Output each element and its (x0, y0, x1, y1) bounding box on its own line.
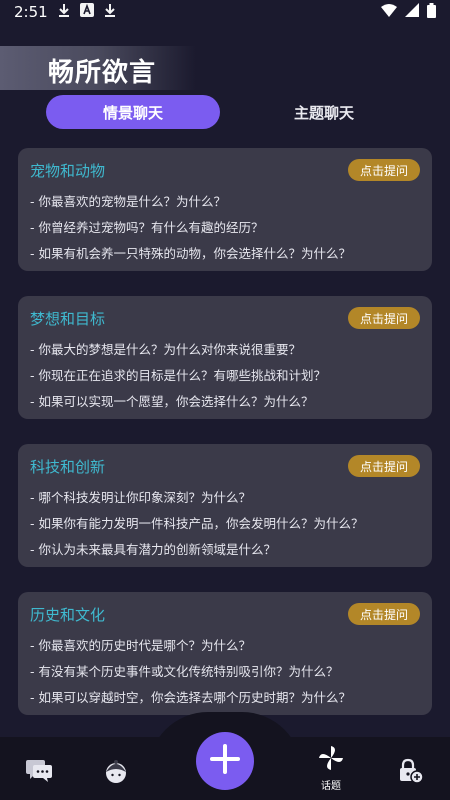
card-title: 梦想和目标 (30, 310, 106, 328)
question-item: - 如果你有能力发明一件科技产品，你会发明什么？为什么？ (30, 516, 364, 531)
question-item: - 如果可以实现一个愿望，你会选择什么？为什么？ (30, 394, 314, 409)
topic-card-tech: 科技和创新 点击提问 - 哪个科技发明让你印象深刻？为什么？ - 如果你有能力发… (18, 444, 432, 567)
card-title: 宠物和动物 (30, 162, 106, 180)
question-item: - 你认为未来最具有潜力的创新领域是什么？ (30, 542, 276, 557)
ask-button[interactable]: 点击提问 (348, 455, 420, 477)
ask-button[interactable]: 点击提问 (348, 307, 420, 329)
nav-avatar[interactable] (105, 760, 127, 788)
question-item: - 你最喜欢的历史时代是哪个？为什么？ (30, 638, 251, 653)
question-item: - 你现在正在追求的目标是什么？有哪些挑战和计划？ (30, 368, 326, 383)
download-icon (104, 3, 116, 21)
plus-icon (209, 743, 241, 779)
nav-lock[interactable] (398, 758, 424, 788)
question-item: - 如果有机会养一只特殊的动物，你会选择什么？为什么？ (30, 246, 351, 261)
battery-icon (427, 2, 436, 22)
question-item: - 如果可以穿越时空，你会选择去哪个历史时期？为什么？ (30, 690, 351, 705)
question-item: - 哪个科技发明让你印象深刻？为什么？ (30, 490, 251, 505)
question-item: - 有没有某个历史事件或文化传统特别吸引你？为什么？ (30, 664, 339, 679)
add-button[interactable] (196, 732, 254, 790)
nav-chat[interactable] (26, 760, 52, 786)
status-time: 2:51 (14, 3, 48, 21)
topic-card-history: 历史和文化 点击提问 - 你最喜欢的历史时代是哪个？为什么？ - 有没有某个历史… (18, 592, 432, 715)
status-right (381, 2, 436, 22)
avatar-icon (105, 760, 127, 788)
status-bar: 2:51 (0, 0, 450, 24)
card-title: 科技和创新 (30, 458, 106, 476)
question-item: - 你曾经养过宠物吗？有什么有趣的经历？ (30, 220, 264, 235)
signal-icon (405, 3, 419, 21)
lock-plus-icon (398, 758, 424, 788)
page-title: 畅所欲言 (48, 58, 157, 88)
question-item: - 你最喜欢的宠物是什么？为什么？ (30, 194, 226, 209)
download-icon (58, 3, 70, 21)
ask-button[interactable]: 点击提问 (348, 159, 420, 181)
ask-button[interactable]: 点击提问 (348, 603, 420, 625)
topic-card-pets: 宠物和动物 点击提问 - 你最喜欢的宠物是什么？为什么？ - 你曾经养过宠物吗？… (18, 148, 432, 271)
card-title: 历史和文化 (30, 606, 106, 624)
wifi-icon (381, 3, 397, 21)
pinwheel-icon (318, 745, 344, 775)
topic-card-dreams: 梦想和目标 点击提问 - 你最大的梦想是什么？为什么对你来说很重要？ - 你现在… (18, 296, 432, 419)
nav-topics[interactable]: 话题 (318, 745, 344, 792)
a-box-icon (79, 3, 94, 21)
question-item: - 你最大的梦想是什么？为什么对你来说很重要？ (30, 342, 301, 357)
tab-topic-chat[interactable]: 主题聊天 (274, 95, 374, 129)
status-left: 2:51 (14, 3, 116, 21)
tab-scenario-chat[interactable]: 情景聊天 (46, 95, 220, 129)
tab-bar: 情景聊天 主题聊天 (46, 95, 406, 129)
nav-topics-label: 话题 (321, 781, 341, 792)
chat-icon (26, 760, 52, 786)
